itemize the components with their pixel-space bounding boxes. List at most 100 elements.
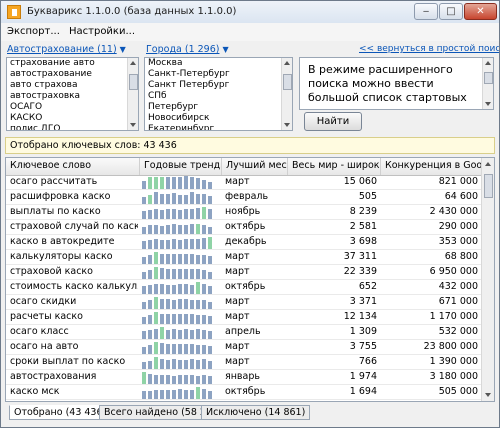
yearly-trend-chart (142, 281, 218, 294)
keyword-cell: страховой случай по каско (10, 221, 138, 232)
scroll-up-icon[interactable] (130, 61, 136, 65)
trend-bar (160, 240, 164, 249)
competition-cell: 432 000 (438, 281, 478, 292)
trend-bar (148, 300, 152, 309)
trend-bar (184, 284, 188, 294)
trend-bar (172, 390, 176, 399)
scroll-down-icon[interactable] (130, 123, 136, 127)
yearly-trend-chart (142, 326, 218, 339)
scroll-up-icon[interactable] (485, 61, 491, 65)
storage-phrase-item: страхование авто (10, 58, 95, 68)
cities-filter-dropdown[interactable]: Города (1 296) ▼ (146, 44, 229, 55)
table-row[interactable]: выплаты по каско ноябрь 8 239 2 430 000 (6, 205, 482, 220)
trend-bar (196, 178, 200, 189)
tab-excluded[interactable]: Исключено (14 861) (201, 405, 311, 420)
col-competition-header[interactable]: Конкуренция в Google (381, 158, 482, 175)
trend-bar (142, 372, 146, 384)
trend-bar (148, 225, 152, 234)
yearly-trend-chart (142, 311, 218, 324)
table-row[interactable]: осаго на авто март 3 755 23 800 000 (6, 340, 482, 355)
best-month-cell: февраль (225, 191, 269, 202)
trend-bar (202, 207, 206, 219)
table-row[interactable]: страховой случай по каско октябрь 2 581 290… (6, 220, 482, 235)
trend-bar (196, 345, 200, 354)
scroll-up-icon[interactable] (485, 162, 491, 166)
competition-cell: 23 800 000 (423, 341, 478, 352)
col-keyword-header[interactable]: Ключевое слово (6, 158, 140, 175)
trend-bar (172, 359, 176, 369)
table-scrollbar[interactable] (481, 158, 494, 401)
trend-bar (142, 211, 146, 219)
table-row[interactable]: каско мск октябрь 1 694 505 000 (6, 385, 482, 400)
storage-phrases-list[interactable]: страхование авто автострахование авто стра… (6, 57, 139, 131)
competition-cell: 821 000 (438, 176, 478, 187)
col-broad-header[interactable]: Весь мир - широкий (288, 158, 381, 175)
scroll-up-icon[interactable] (284, 61, 290, 65)
trend-bar (172, 269, 176, 279)
trend-bar (190, 375, 194, 384)
storage-list-scrollbar[interactable] (127, 58, 138, 130)
cities-list[interactable]: Москва Санкт-Петербург Санкт Петербург СПб П… (144, 57, 293, 131)
table-row[interactable]: каско в автокредите декабрь 3 698 353 000 (6, 235, 482, 250)
trend-bar (160, 268, 164, 279)
scroll-down-icon[interactable] (284, 123, 290, 127)
table-row[interactable]: сроки выплат по каско март 766 1 390 000 (6, 355, 482, 370)
trend-bar (202, 255, 206, 264)
minimize-button[interactable]: ‒ (414, 3, 438, 20)
col-trends-header[interactable]: Годовые тренды (140, 158, 222, 175)
trend-bar (160, 210, 164, 219)
menu-settings[interactable]: Настройки... (69, 26, 135, 37)
table-row[interactable]: автострахования январь 1 974 3 180 000 (6, 370, 482, 385)
best-month-cell: март (225, 251, 250, 262)
maximize-button[interactable]: □ (439, 3, 463, 20)
scroll-thumb[interactable] (283, 74, 292, 90)
trend-bar (166, 299, 170, 309)
scroll-thumb[interactable] (129, 74, 138, 90)
trend-bar (196, 329, 200, 339)
advanced-search-textarea[interactable]: В режиме расширенного поиска можно ввест… (299, 57, 494, 110)
yearly-trend-chart (142, 371, 218, 384)
app-window: Букварикс 1.1.0.0 (база данных 1.1.0.0) … (0, 0, 500, 428)
back-to-simple-search-link[interactable]: << вернуться в простой поиск (359, 44, 499, 54)
table-row[interactable]: стоимость каско калькулятор октябрь 652 432… (6, 280, 482, 295)
trend-bar (160, 343, 164, 354)
scroll-thumb[interactable] (484, 72, 493, 84)
trend-bar (208, 237, 212, 249)
tab-selected[interactable]: Отобрано (43 436) (9, 405, 112, 420)
scroll-thumb[interactable] (484, 174, 493, 198)
keyword-cell: осаго рассчитать (10, 176, 98, 187)
trend-bar (190, 177, 194, 189)
trend-bar (160, 194, 164, 204)
trend-bar (172, 254, 176, 264)
trend-bar (178, 225, 182, 234)
yearly-trend-chart (142, 266, 218, 279)
table-row[interactable]: осаго скидки март 3 371 671 000 (6, 295, 482, 310)
trend-bar (190, 254, 194, 264)
cities-list-scrollbar[interactable] (281, 58, 292, 130)
trend-bar (148, 240, 152, 249)
find-button[interactable]: Найти (304, 112, 362, 131)
menu-export[interactable]: Экспорт... (7, 26, 60, 37)
competition-cell: 3 180 000 (429, 371, 478, 382)
keyword-cell: калькуляторы каско (10, 251, 113, 262)
trend-bar (190, 330, 194, 339)
storage-filter-dropdown[interactable]: Автострахование (11) ▼ (7, 44, 126, 55)
storage-filter-label: Автострахование (11) (7, 44, 117, 55)
table-row[interactable]: расшифровка каско февраль 505 64 600 (6, 190, 482, 205)
best-month-cell: март (225, 341, 250, 352)
yearly-trend-chart (142, 206, 218, 219)
advanced-text-scrollbar[interactable] (482, 58, 493, 109)
table-row[interactable]: расчеты каско март 12 134 1 170 000 (6, 310, 482, 325)
scroll-down-icon[interactable] (485, 393, 491, 397)
table-row[interactable]: осаго класс апрель 1 309 532 000 (6, 325, 482, 340)
keyword-cell: осаго скидки (10, 296, 77, 307)
col-best-month-header[interactable]: Лучший месяц (222, 158, 288, 175)
keyword-cell: расшифровка каско (10, 191, 111, 202)
result-tabs: Отобрано (43 436) Всего найдено (58 297)… (1, 403, 499, 427)
table-row[interactable]: калькуляторы каско март 37 311 68 800 (6, 250, 482, 265)
scroll-down-icon[interactable] (485, 102, 491, 106)
trend-bar (178, 177, 182, 189)
table-row[interactable]: осаго рассчитать март 15 060 821 000 (6, 175, 482, 190)
close-button[interactable]: ✕ (464, 3, 497, 20)
table-row[interactable]: страховой каско март 22 339 6 950 000 (6, 265, 482, 280)
